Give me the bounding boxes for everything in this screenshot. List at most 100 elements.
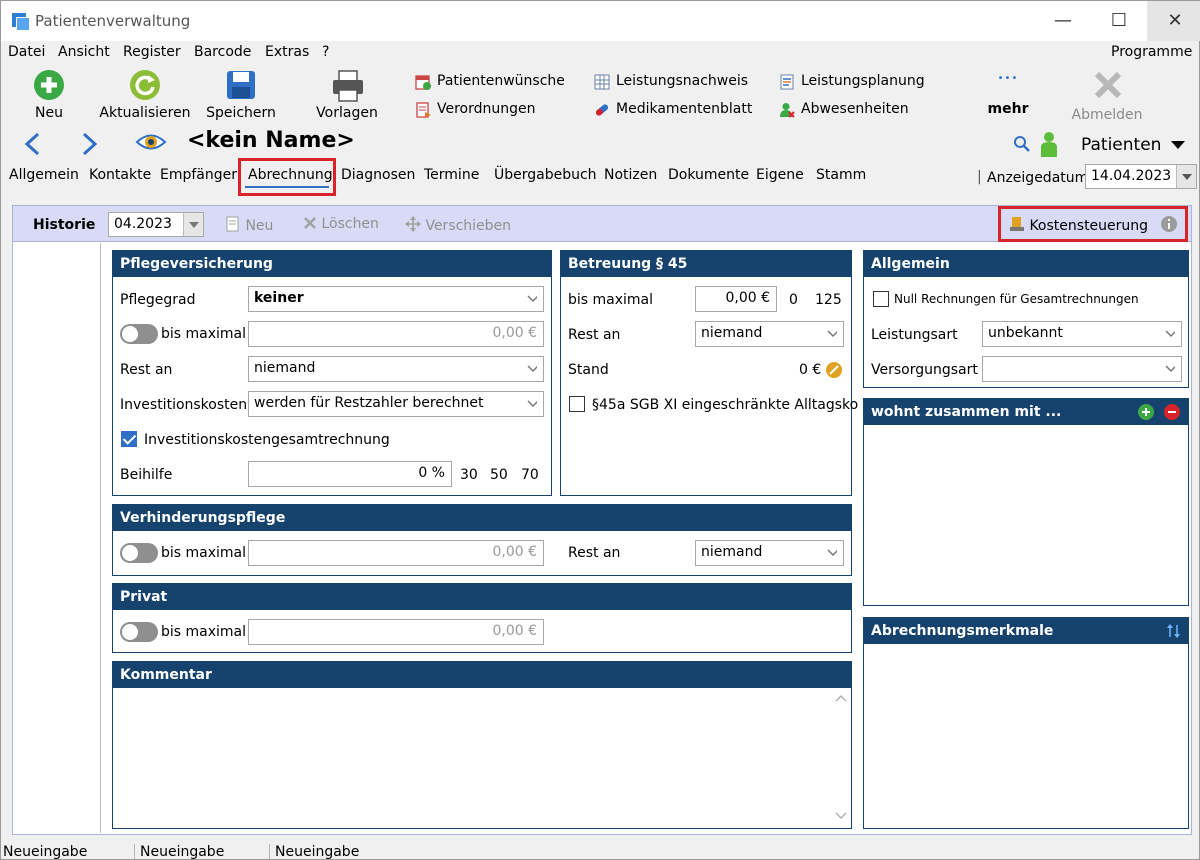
app-icon — [12, 13, 30, 31]
eye-icon[interactable] — [135, 131, 167, 153]
edit-pencil-icon[interactable] — [826, 362, 842, 378]
tab-allgemein[interactable]: Allgemein — [9, 167, 79, 183]
privat-bis-maximal-field[interactable]: 0,00 € — [248, 619, 544, 645]
verhinderung-rest-an-label: Rest an — [568, 545, 621, 561]
scroll-down-icon[interactable] — [835, 812, 847, 820]
abmelden-button[interactable]: Abmelden — [1069, 67, 1145, 123]
historie-neu-button[interactable]: Neu — [225, 216, 273, 234]
verordnungen-button[interactable]: Verordnungen — [415, 101, 555, 121]
refresh-icon — [130, 70, 160, 100]
historie-select[interactable]: 04.2023 — [108, 212, 204, 237]
historie-dropdown-button[interactable] — [183, 213, 203, 236]
verhinderung-rest-an-select[interactable]: niemand — [695, 540, 844, 566]
tab-kontakte[interactable]: Kontakte — [89, 167, 151, 183]
add-icon — [34, 70, 64, 100]
speichern-button[interactable]: Speichern — [201, 67, 281, 123]
betreuung-rest-an-select[interactable]: niemand — [695, 321, 844, 347]
pflege-bis-maximal-field[interactable]: 0,00 € — [248, 321, 544, 347]
tab-eigene[interactable]: Eigene — [756, 167, 804, 183]
menu-register[interactable]: Register — [123, 44, 181, 60]
kommentar-textarea[interactable] — [113, 688, 831, 828]
null-rechnungen-checkbox[interactable] — [873, 291, 889, 307]
leistungsplanung-label: Leistungsplanung — [801, 73, 925, 89]
menu-ansicht[interactable]: Ansicht — [58, 44, 110, 60]
add-icon[interactable] — [1138, 404, 1154, 420]
save-icon — [227, 71, 255, 99]
neu-button[interactable]: Neu — [19, 67, 79, 123]
kostensteuerung-label: Kostensteuerung — [1029, 218, 1149, 234]
menu-barcode[interactable]: Barcode — [194, 44, 251, 60]
forward-arrow-icon[interactable] — [79, 131, 101, 157]
scroll-up-icon[interactable] — [835, 694, 847, 702]
sort-icon[interactable] — [1166, 624, 1182, 638]
investitionskostengesamtrechnung-checkbox[interactable] — [121, 431, 137, 447]
historie-verschieben-button[interactable]: Verschieben — [405, 216, 511, 234]
betreuung-bis-maximal-field[interactable]: 0,00 € — [695, 286, 777, 312]
tab-empfaenger[interactable]: Empfänger — [160, 167, 237, 183]
tab-notizen[interactable]: Notizen — [604, 167, 657, 183]
paragraph-45a-checkbox[interactable] — [569, 396, 585, 412]
patienten-dropdown[interactable]: Patienten — [1081, 135, 1185, 155]
beihilfe-preset-30[interactable]: 30 — [460, 467, 478, 483]
privat-bis-maximal-label: bis maximal — [161, 624, 247, 640]
verhinderung-bis-maximal-toggle[interactable] — [120, 543, 158, 563]
menu-help[interactable]: ? — [322, 44, 329, 60]
allgemein-panel: Allgemein Null Rechnungen für Gesamtrech… — [863, 250, 1189, 388]
maximize-button[interactable]: ☐ — [1091, 1, 1147, 41]
mehr-button[interactable]: ••• mehr — [983, 73, 1033, 119]
betreuung-title: Betreuung § 45 — [561, 251, 851, 277]
leistungsnachweis-button[interactable]: Leistungsnachweis — [594, 73, 754, 93]
chevron-down-icon — [189, 222, 199, 228]
historie-loeschen-label: Löschen — [321, 216, 379, 232]
minimize-button[interactable]: — — [1035, 1, 1091, 41]
beihilfe-preset-50[interactable]: 50 — [490, 467, 508, 483]
kostensteuerung-button[interactable]: Kostensteuerung — [1009, 216, 1148, 234]
tab-diagnosen[interactable]: Diagnosen — [341, 167, 415, 183]
patientenwuensche-label: Patientenwünsche — [437, 73, 565, 89]
pflege-rest-an-select[interactable]: niemand — [248, 356, 544, 382]
menu-programme[interactable]: Programme — [1111, 44, 1192, 60]
beihilfe-label: Beihilfe — [120, 467, 173, 483]
leistungsplanung-button[interactable]: Leistungsplanung — [779, 73, 929, 93]
pflege-bis-maximal-toggle[interactable] — [120, 324, 158, 344]
beihilfe-preset-70[interactable]: 70 — [521, 467, 539, 483]
close-button[interactable]: ✕ — [1147, 1, 1200, 41]
chevron-down-icon — [527, 365, 537, 373]
historie-loeschen-button[interactable]: Löschen — [303, 216, 379, 232]
tab-dokumente[interactable]: Dokumente — [668, 167, 749, 183]
search-icon[interactable] — [1013, 135, 1031, 153]
versorgungsart-select[interactable] — [982, 356, 1182, 382]
beihilfe-field[interactable]: 0 % — [248, 461, 452, 487]
anzeigedatum-dropdown-button[interactable] — [1176, 165, 1196, 188]
vorlagen-button[interactable]: Vorlagen — [309, 67, 385, 123]
back-arrow-icon[interactable] — [21, 131, 43, 157]
abwesenheiten-label: Abwesenheiten — [801, 101, 909, 117]
betreuung-preset-0[interactable]: 0 — [789, 292, 798, 308]
menu-datei[interactable]: Datei — [8, 44, 45, 60]
menu-bar: Datei Ansicht Register Barcode Extras ? … — [1, 41, 1200, 63]
calendar-check-icon — [415, 75, 431, 90]
tab-stamm[interactable]: Stamm — [816, 167, 866, 183]
leistungsart-select[interactable]: unbekannt — [982, 321, 1182, 347]
verhinderung-bis-maximal-field[interactable]: 0,00 € — [248, 540, 544, 566]
anzeigedatum-field[interactable]: 14.04.2023 — [1085, 164, 1197, 189]
application-window: Patientenverwaltung — ☐ ✕ Datei Ansicht … — [0, 0, 1200, 860]
privat-bis-maximal-toggle[interactable] — [120, 622, 158, 642]
aktualisieren-button[interactable]: Aktualisieren — [99, 67, 191, 123]
pflege-bis-maximal-label: bis maximal — [161, 326, 247, 342]
investitionskosten-select[interactable]: werden für Restzahler berechnet — [248, 391, 544, 417]
neu-label: Neu — [35, 105, 63, 121]
remove-icon[interactable] — [1164, 404, 1180, 420]
betreuung-preset-125[interactable]: 125 — [815, 292, 842, 308]
tab-uebergabebuch[interactable]: Übergabebuch — [494, 167, 597, 183]
tab-termine[interactable]: Termine — [424, 167, 479, 183]
medikamentenblatt-button[interactable]: Medikamentenblatt — [594, 101, 754, 121]
menu-extras[interactable]: Extras — [265, 44, 309, 60]
info-icon[interactable] — [1161, 216, 1177, 232]
status-separator — [134, 844, 135, 859]
kommentar-scrollbar[interactable] — [833, 690, 849, 826]
pflegegrad-select[interactable]: keiner — [248, 286, 544, 312]
patientenwuensche-button[interactable]: Patientenwünsche — [415, 73, 565, 93]
status-cell-1: Neueingabe — [3, 844, 88, 860]
abwesenheiten-button[interactable]: Abwesenheiten — [779, 101, 919, 121]
